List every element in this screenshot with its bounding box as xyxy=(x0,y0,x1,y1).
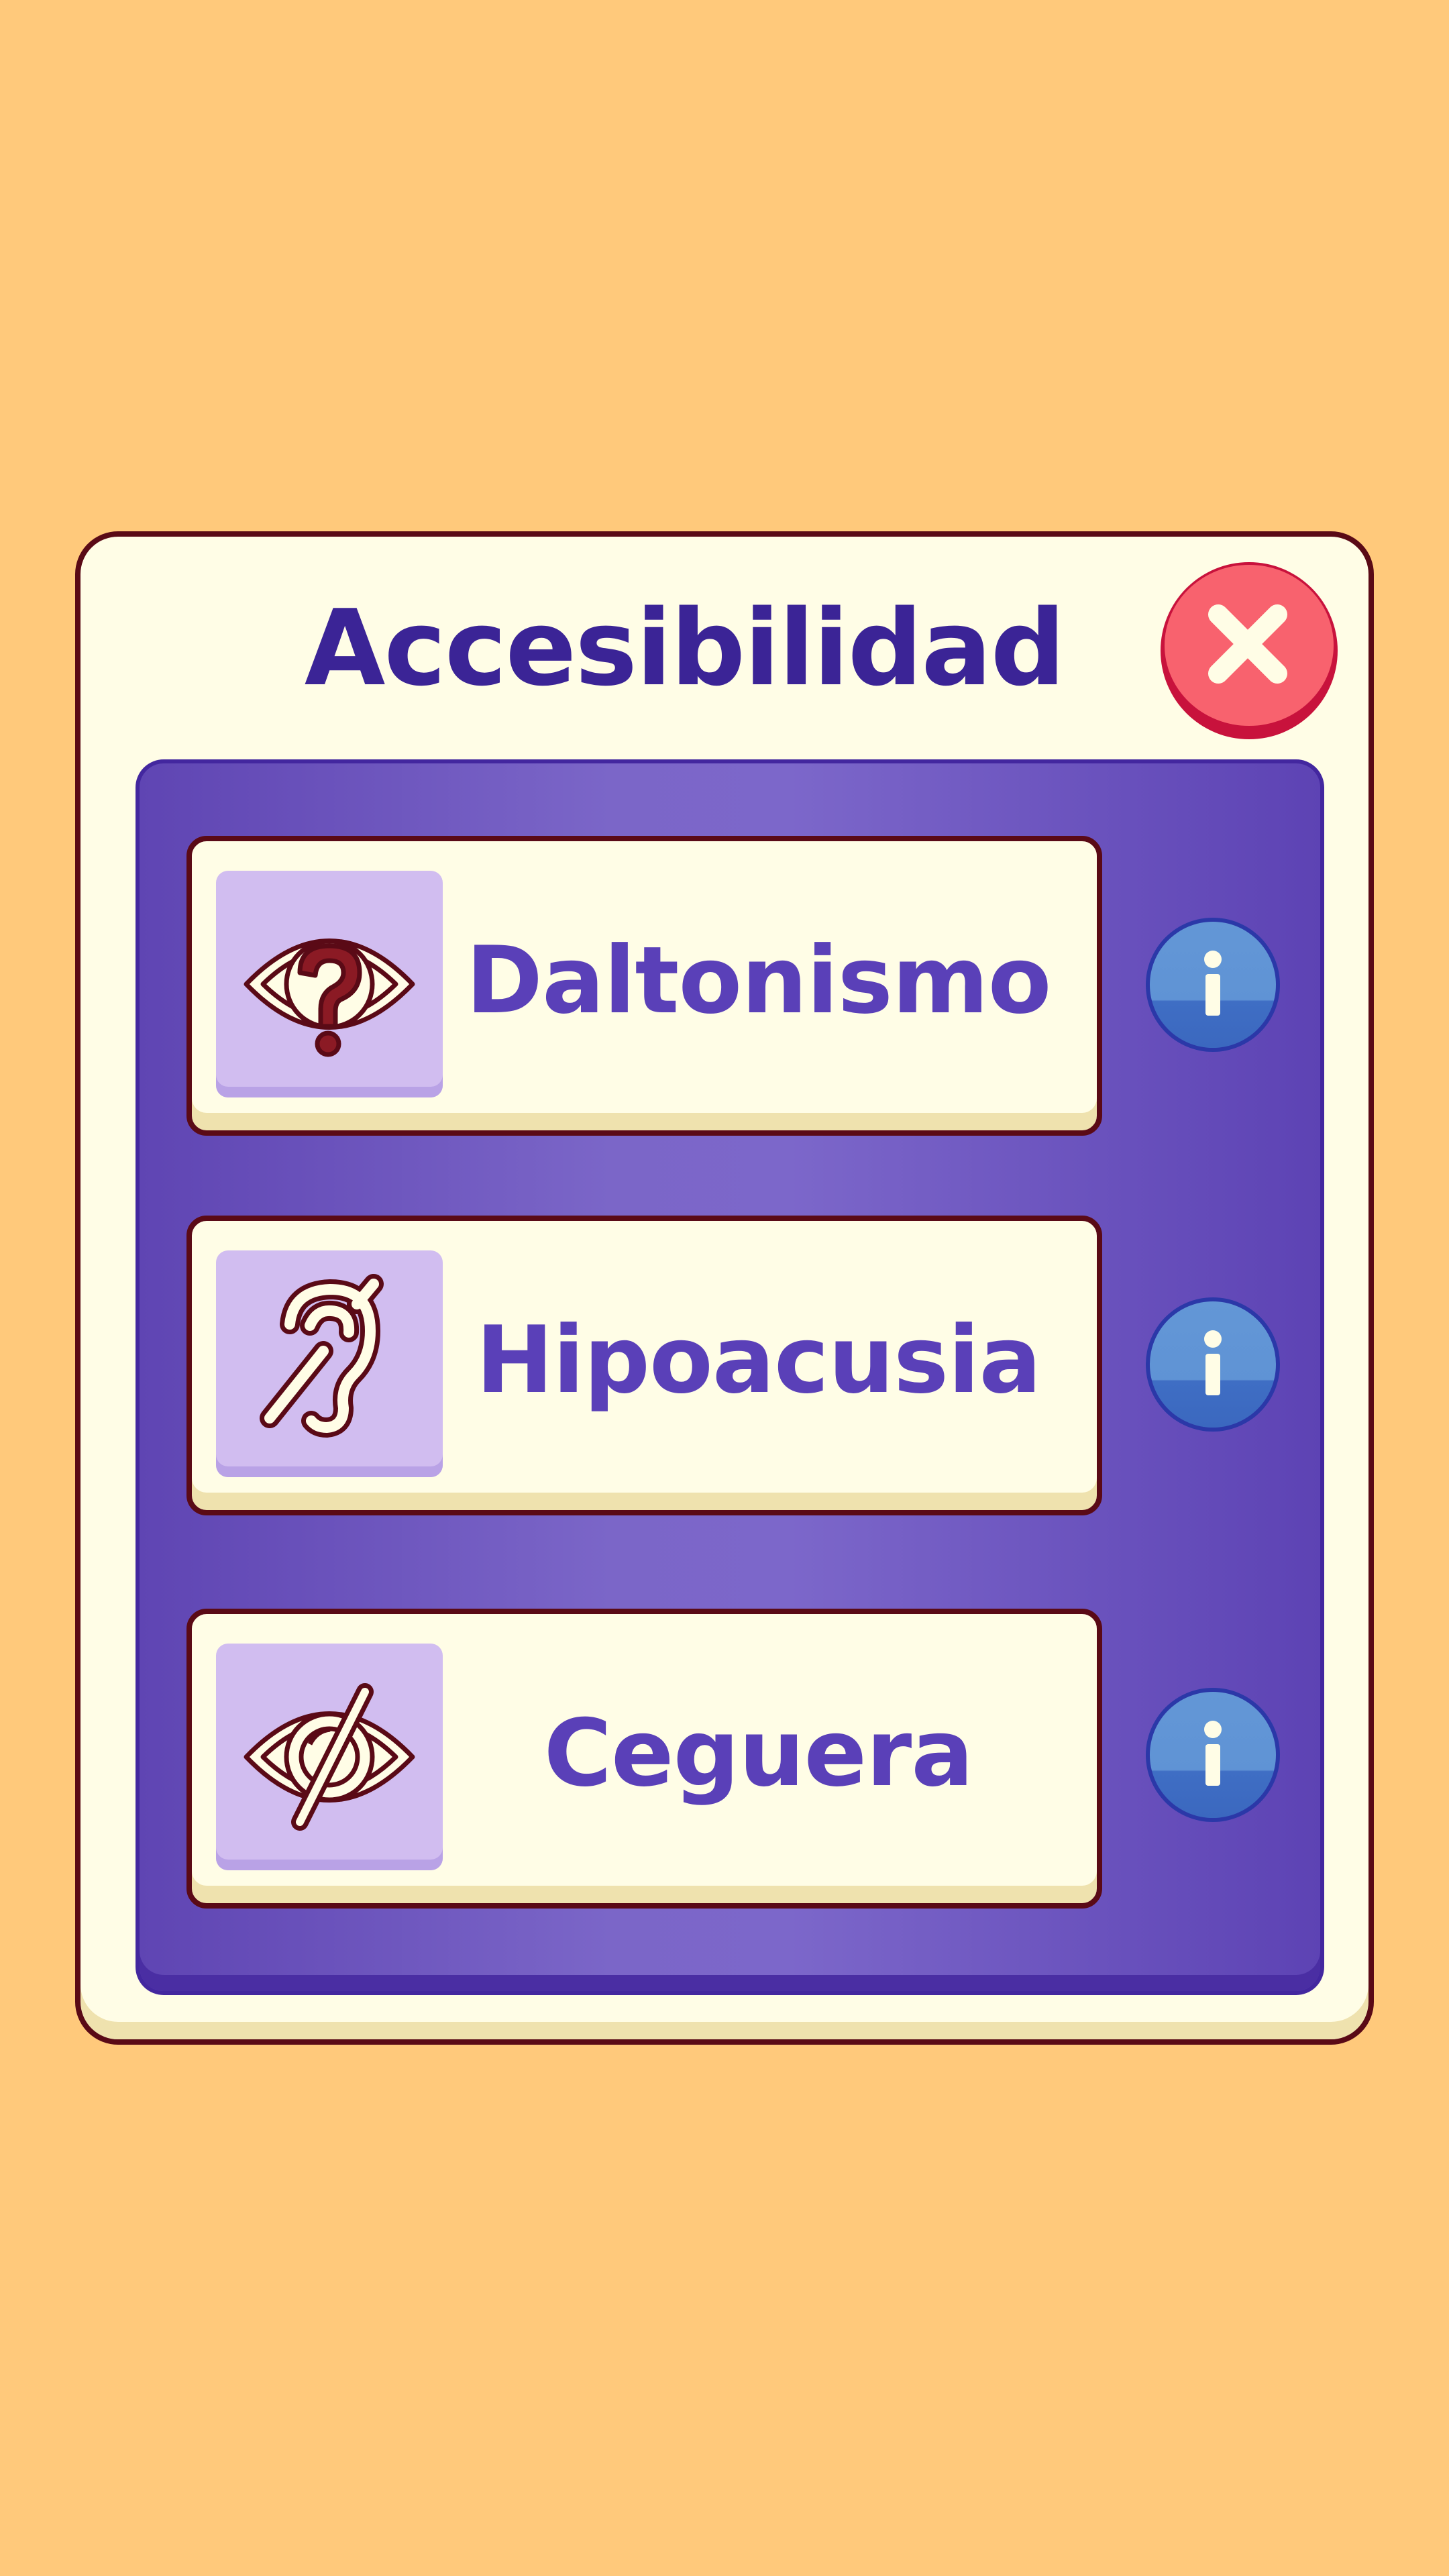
icon-tile xyxy=(216,1250,443,1477)
eye-question-icon xyxy=(244,938,415,1057)
options-panel: Daltonismo Hipoacusia Ceguera xyxy=(136,759,1324,1995)
option-label: Daltonismo xyxy=(466,926,1051,1034)
info-icon xyxy=(1204,951,1222,1016)
info-icon xyxy=(1204,1330,1222,1395)
option-daltonismo[interactable]: Daltonismo xyxy=(186,836,1102,1136)
close-x-icon xyxy=(1208,604,1287,684)
option-label: Ceguera xyxy=(543,1699,974,1807)
dialog-title: Accesibilidad xyxy=(304,587,1066,709)
info-button-daltonismo[interactable] xyxy=(1146,918,1280,1052)
info-icon xyxy=(1204,1721,1222,1786)
icon-tile xyxy=(216,871,443,1097)
option-ceguera[interactable]: Ceguera xyxy=(186,1609,1102,1909)
info-button-hipoacusia[interactable] xyxy=(1146,1297,1280,1432)
icon-tile xyxy=(216,1644,443,1870)
option-hipoacusia[interactable]: Hipoacusia xyxy=(186,1216,1102,1515)
eye-slash-icon xyxy=(244,1683,415,1831)
info-button-ceguera[interactable] xyxy=(1146,1688,1280,1822)
accessibility-dialog: Accesibilidad Daltonismo Hipoacusia Cegu… xyxy=(75,531,1374,2045)
close-button[interactable] xyxy=(1161,562,1338,739)
ear-slash-icon xyxy=(260,1274,384,1438)
option-label: Hipoacusia xyxy=(476,1306,1041,1414)
